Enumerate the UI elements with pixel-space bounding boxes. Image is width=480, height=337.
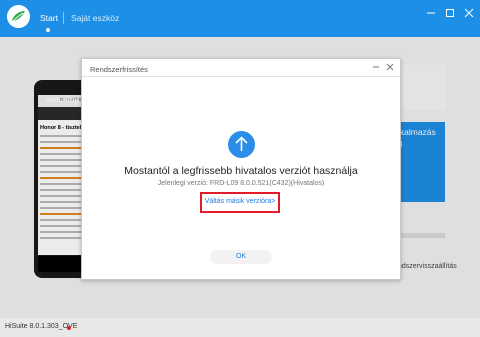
status-bar: HiSuite 8.0.1.303_OVE xyxy=(0,318,480,337)
system-update-dialog: Rendszerfrissítés Mostantól a legfrisseb… xyxy=(81,58,401,280)
close-icon[interactable] xyxy=(464,8,474,18)
update-notification-dot xyxy=(67,326,71,330)
current-version-text: Jelenlegi verzió: FRD-L09 8.0.0.521(C432… xyxy=(157,180,325,187)
update-status-headline: Mostantól a legfrissebb hivatalos verzió… xyxy=(124,165,358,177)
nav-separator xyxy=(63,12,64,24)
top-bar: Start Saját eszköz xyxy=(0,0,480,37)
dialog-title: Rendszerfrissítés xyxy=(90,65,148,74)
dialog-divider xyxy=(82,76,400,77)
minimize-icon[interactable] xyxy=(426,8,436,18)
dialog-minimize-icon[interactable] xyxy=(371,62,381,72)
hisuite-logo-icon xyxy=(7,5,30,28)
switch-version-link[interactable]: Váltás másik verzióra> xyxy=(200,198,280,205)
dialog-close-icon[interactable] xyxy=(385,62,395,72)
restore-icon[interactable] xyxy=(445,8,455,18)
ok-button[interactable]: OK xyxy=(210,250,272,264)
arrow-up-icon xyxy=(228,131,255,158)
active-tab-indicator xyxy=(46,28,50,32)
nav-tab-start[interactable]: Start xyxy=(40,13,58,23)
nav-tab-own-device[interactable]: Saját eszköz xyxy=(71,13,119,23)
